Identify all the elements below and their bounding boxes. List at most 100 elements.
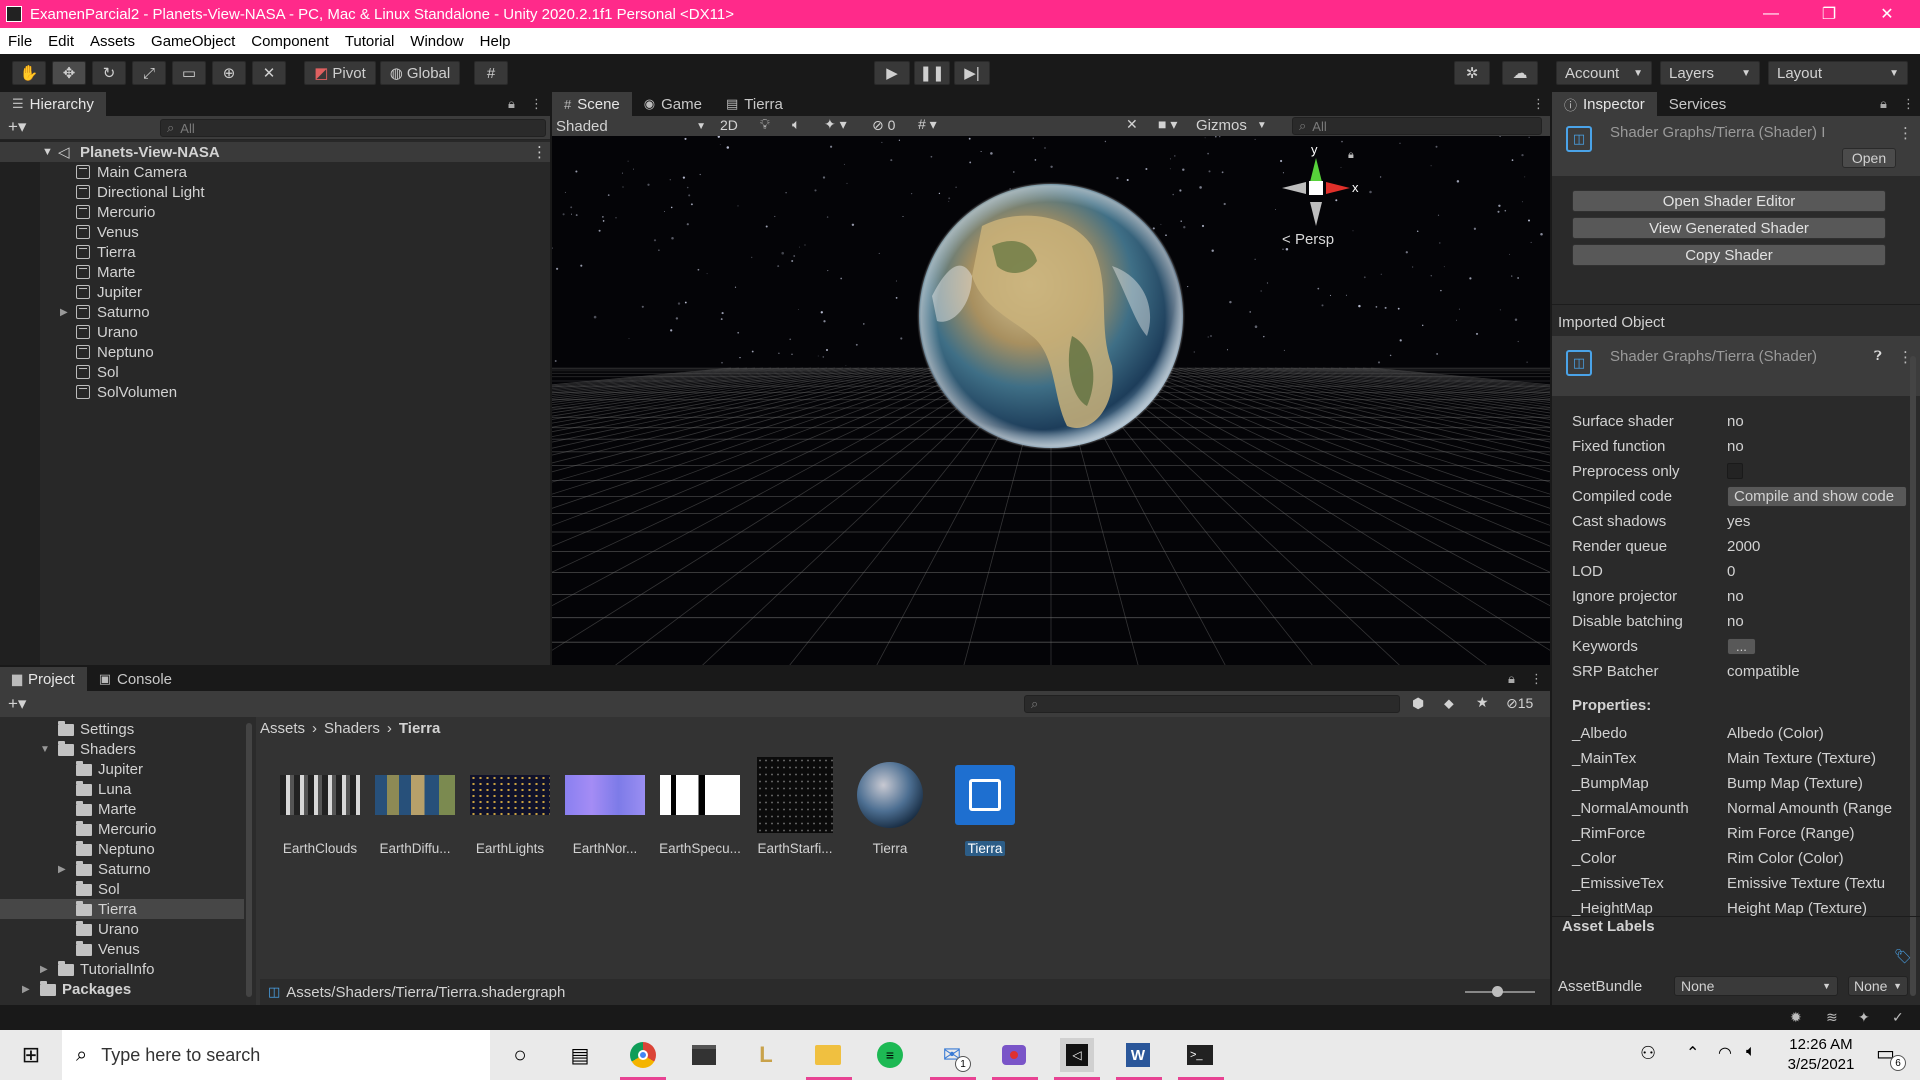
step-button[interactable]: ▶| — [954, 61, 990, 85]
debug-icon[interactable]: ✹ — [1790, 1009, 1802, 1026]
layout-dropdown[interactable]: Layout ▼ — [1768, 61, 1908, 85]
league-of-legends-icon[interactable]: L — [749, 1038, 783, 1072]
more-options-icon[interactable]: ⋮ — [1898, 124, 1913, 142]
folder-tree-item[interactable]: Sol — [0, 879, 244, 899]
notifications-icon[interactable]: ▭ 6 — [1876, 1041, 1906, 1071]
menu-assets[interactable]: Assets — [82, 33, 143, 50]
tab-scene[interactable]: # Scene — [552, 92, 632, 116]
hierarchy-item[interactable]: Venus — [0, 222, 550, 242]
pause-button[interactable]: ❚❚ — [914, 61, 950, 85]
transform-tool-icon[interactable]: ⊕ — [212, 61, 246, 85]
grid-snap-icon[interactable]: # — [474, 61, 508, 85]
pivot-toggle[interactable]: ◩ Pivot — [304, 61, 376, 85]
wifi-icon[interactable]: ◠ — [1718, 1043, 1732, 1063]
hierarchy-item[interactable]: Urano — [0, 322, 550, 342]
chevron-right-icon[interactable]: ▶ — [22, 984, 30, 995]
compile-and-show-code-button[interactable]: Compile and show code — [1727, 485, 1907, 507]
hierarchy-item[interactable]: Neptuno — [0, 342, 550, 362]
lighting-icon[interactable]: 💡︎ — [760, 116, 770, 133]
chevron-right-icon[interactable]: ▶ — [40, 964, 48, 975]
tab-console[interactable]: ▣ Console — [87, 667, 184, 691]
cortana-icon[interactable]: ○ — [503, 1038, 537, 1072]
tab-game[interactable]: ◉ Game — [632, 92, 714, 116]
tree-scrollbar[interactable] — [246, 723, 252, 997]
move-tool-icon[interactable]: ✥ — [52, 61, 86, 85]
chevron-right-icon[interactable]: ▶ — [58, 864, 66, 875]
hierarchy-item[interactable]: Tierra — [0, 242, 550, 262]
asset-tile[interactable]: EarthSpecu... — [656, 755, 744, 856]
hierarchy-item[interactable]: SolVolumen — [0, 382, 550, 402]
menu-gameobject[interactable]: GameObject — [143, 33, 243, 50]
projection-label[interactable]: < Persp — [1282, 231, 1334, 248]
hidden-objects-toggle[interactable]: ⊘ 0 — [872, 117, 895, 134]
folder-tree-item[interactable]: ▶ Saturno — [0, 859, 244, 879]
folder-tree-item[interactable]: Settings — [0, 719, 244, 739]
menu-file[interactable]: File — [0, 33, 40, 50]
breadcrumb-assets[interactable]: Assets — [260, 720, 305, 737]
hierarchy-item[interactable]: Main Camera — [0, 162, 550, 182]
breadcrumb-tierra[interactable]: Tierra — [399, 720, 440, 737]
layers-stack-icon[interactable]: ≋ — [1826, 1009, 1838, 1026]
hierarchy-item[interactable]: Jupiter — [0, 282, 550, 302]
windows-start-icon[interactable]: ⊞ — [14, 1038, 48, 1072]
play-button[interactable]: ▶ — [874, 61, 910, 85]
more-options-icon[interactable]: ⋮ — [1532, 96, 1545, 112]
scale-tool-icon[interactable]: ⤢ — [132, 61, 166, 85]
word-icon[interactable]: W — [1121, 1038, 1155, 1072]
folder-tree-item[interactable]: Marte — [0, 799, 244, 819]
rect-tool-icon[interactable]: ▭ — [172, 61, 206, 85]
custom-tool-icon[interactable]: ✕ — [252, 61, 286, 85]
minimize-button[interactable]: — — [1742, 0, 1800, 28]
more-options-icon[interactable]: ⋮ — [530, 96, 543, 112]
folder-tree-item[interactable]: Urano — [0, 919, 244, 939]
view-generated-shader-button[interactable]: View Generated Shader — [1572, 217, 1886, 239]
favorite-star-icon[interactable]: ★ — [1476, 694, 1489, 711]
hand-tool-icon[interactable]: ✋ — [12, 61, 46, 85]
filter-type-icon[interactable]: ⬢ — [1412, 695, 1424, 712]
inspector-scrollbar[interactable] — [1910, 356, 1916, 996]
preprocess-only-checkbox[interactable] — [1727, 463, 1743, 479]
folder-tree-item[interactable]: Tierra — [0, 899, 244, 919]
hierarchy-item[interactable]: Sol — [0, 362, 550, 382]
close-button[interactable]: ✕ — [1858, 0, 1916, 28]
asset-tile[interactable]: Tierra — [941, 755, 1029, 857]
volume-icon[interactable]: 🔈︎ — [1746, 1043, 1756, 1061]
shading-mode-dropdown[interactable]: Shaded ▼ — [556, 117, 706, 135]
gizmo-lock-icon[interactable]: 🔒︎ — [1348, 148, 1354, 161]
scene-root-row[interactable]: ▼ ◁ Planets-View-NASA ⋮ — [0, 142, 550, 162]
rotate-tool-icon[interactable]: ↻ — [92, 61, 126, 85]
global-toggle[interactable]: ◍ Global — [380, 61, 460, 85]
file-explorer-icon[interactable] — [811, 1038, 845, 1072]
account-dropdown[interactable]: Account ▼ — [1556, 61, 1652, 85]
tab-inspector[interactable]: ⓘ Inspector — [1552, 92, 1657, 116]
folder-tree-item[interactable]: Neptuno — [0, 839, 244, 859]
folder-tree-item[interactable]: ▶ Packages — [0, 979, 244, 999]
menu-tutorial[interactable]: Tutorial — [337, 33, 402, 50]
cloud-icon[interactable]: ☁ — [1502, 61, 1538, 85]
tab-services[interactable]: Services — [1657, 92, 1739, 116]
scene-search-input[interactable]: ⌕ All — [1292, 117, 1542, 135]
hierarchy-search-input[interactable]: ⌕ All — [160, 119, 546, 137]
hierarchy-item[interactable]: ▶ Saturno — [0, 302, 550, 322]
hierarchy-item[interactable]: Marte — [0, 262, 550, 282]
tab-tierra[interactable]: ▤ Tierra — [714, 92, 795, 116]
expand-arrow-icon[interactable]: ▶ — [60, 307, 68, 318]
lock-icon[interactable]: 🔒︎ — [508, 96, 515, 112]
terminal-icon[interactable]: >_ — [1183, 1038, 1217, 1072]
folder-tree-item[interactable]: Mercurio — [0, 819, 244, 839]
copy-shader-button[interactable]: Copy Shader — [1572, 244, 1886, 266]
more-options-icon[interactable]: ⋮ — [532, 143, 547, 161]
breadcrumb-shaders[interactable]: Shaders — [324, 720, 380, 737]
taskbar-search-input[interactable]: ⌕ Type here to search — [62, 1030, 490, 1080]
sync-icon[interactable]: ✦ — [1858, 1009, 1870, 1026]
folder-tree-item[interactable]: Luna — [0, 779, 244, 799]
effects-icon[interactable]: ✦ ▾ — [824, 116, 847, 133]
more-options-icon[interactable]: ⋮ — [1530, 671, 1543, 687]
tab-project[interactable]: ▆ Project — [0, 667, 87, 691]
scene-viewport[interactable]: y x < Persp 🔒︎ — [552, 136, 1550, 665]
slider-thumb[interactable] — [1492, 986, 1503, 997]
lock-icon[interactable]: 🔒︎ — [1508, 671, 1515, 687]
help-icon[interactable]: ❓︎ — [1874, 348, 1882, 364]
hierarchy-item[interactable]: Directional Light — [0, 182, 550, 202]
asset-tile[interactable]: Tierra — [846, 755, 934, 856]
